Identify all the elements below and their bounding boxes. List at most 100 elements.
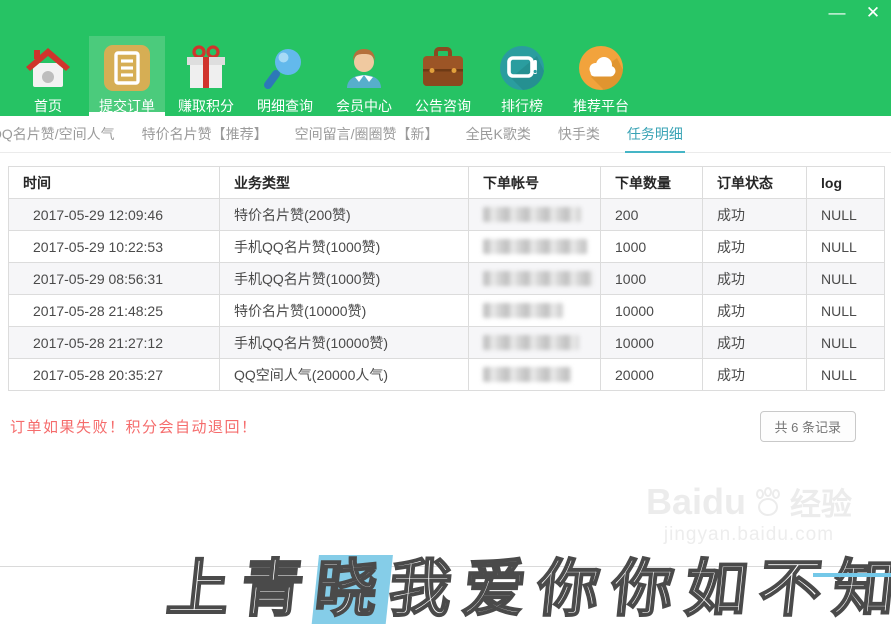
cell-time: 2017-05-28 20:35:27	[9, 359, 220, 391]
cell-time: 2017-05-29 12:09:46	[9, 199, 220, 231]
table-row: 2017-05-29 10:22:53 手机QQ名片赞(1000赞) 1000 …	[9, 231, 885, 263]
cell-type: 特价名片赞(200赞)	[220, 199, 469, 231]
magnifier-icon	[261, 44, 309, 92]
cell-time: 2017-05-29 08:56:31	[9, 263, 220, 295]
cell-quantity: 20000	[601, 359, 703, 391]
cell-type: QQ空间人气(20000人气)	[220, 359, 469, 391]
cell-time: 2017-05-28 21:27:12	[9, 327, 220, 359]
baidu-jingyan-watermark: Baidu 经验 jingyan.baidu.com	[617, 484, 881, 546]
nav-item-label: 首页	[34, 96, 62, 116]
cell-account	[469, 199, 601, 231]
app-header: — ✕ 首页	[0, 0, 891, 116]
tab-kuaishou[interactable]: 快手类	[558, 124, 600, 144]
minimize-button[interactable]: —	[827, 1, 847, 25]
refund-notice: 订单如果失败！积分会自动退回！	[10, 416, 258, 437]
table-header-row: 时间 业务类型 下单帐号 下单数量 订单状态 log	[9, 167, 885, 199]
bottom-hairline	[0, 566, 891, 567]
cell-status: 成功	[703, 263, 807, 295]
nav-item-home[interactable]: 首页	[10, 36, 86, 116]
cloud-icon	[577, 44, 625, 92]
column-header-account: 下单帐号	[469, 167, 601, 199]
cell-account	[469, 263, 601, 295]
cell-status: 成功	[703, 231, 807, 263]
cell-account	[469, 359, 601, 391]
main-content: 时间 业务类型 下单帐号 下单数量 订单状态 log 2017-05-29 12…	[0, 153, 891, 442]
cell-log: NULL	[807, 199, 885, 231]
cell-type: 手机QQ名片赞(10000赞)	[220, 327, 469, 359]
cell-account	[469, 295, 601, 327]
close-button[interactable]: ✕	[863, 1, 883, 25]
nav-item-label: 推荐平台	[573, 96, 629, 116]
nav-item-member-center[interactable]: 会员中心	[326, 36, 402, 116]
nav-item-recommend-platform[interactable]: 推荐平台	[563, 36, 639, 116]
table-row: 2017-05-29 12:09:46 特价名片赞(200赞) 200 成功 N…	[9, 199, 885, 231]
tab-k-song[interactable]: 全民K歌类	[466, 124, 531, 144]
cell-quantity: 1000	[601, 263, 703, 295]
cell-status: 成功	[703, 199, 807, 231]
table-row: 2017-05-28 21:27:12 手机QQ名片赞(10000赞) 1000…	[9, 327, 885, 359]
nav-item-label: 赚取积分	[178, 96, 234, 116]
cell-account	[469, 327, 601, 359]
column-header-status: 订单状态	[703, 167, 807, 199]
cell-account	[469, 231, 601, 263]
cell-type: 特价名片赞(10000赞)	[220, 295, 469, 327]
cell-time: 2017-05-29 10:22:53	[9, 231, 220, 263]
cell-log: NULL	[807, 231, 885, 263]
cell-log: NULL	[807, 295, 885, 327]
tab-task-detail[interactable]: 任务明细	[627, 124, 683, 144]
nav-item-label: 公告咨询	[415, 96, 471, 116]
watermark-url: jingyan.baidu.com	[617, 524, 881, 546]
table-row: 2017-05-28 20:35:27 QQ空间人气(20000人气) 2000…	[9, 359, 885, 391]
account-blurred	[483, 239, 587, 254]
nav-item-ranking[interactable]: 排行榜	[484, 36, 560, 116]
account-blurred	[483, 271, 593, 286]
tab-space-messages[interactable]: 空间留言/圈圈赞【新】	[295, 124, 439, 144]
column-header-quantity: 下单数量	[601, 167, 703, 199]
cell-quantity: 1000	[601, 231, 703, 263]
account-blurred	[483, 367, 571, 382]
person-icon	[340, 44, 388, 92]
nav-item-earn-points[interactable]: 赚取积分	[168, 36, 244, 116]
orders-table: 时间 业务类型 下单帐号 下单数量 订单状态 log 2017-05-29 12…	[8, 166, 885, 391]
cell-status: 成功	[703, 359, 807, 391]
column-header-time: 时间	[9, 167, 220, 199]
app-window: — ✕ 首页	[0, 0, 891, 442]
nav-item-label: 会员中心	[336, 96, 392, 116]
briefcase-icon	[419, 44, 467, 92]
cell-status: 成功	[703, 295, 807, 327]
cell-quantity: 10000	[601, 295, 703, 327]
cell-type: 手机QQ名片赞(1000赞)	[220, 231, 469, 263]
account-blurred	[483, 207, 581, 222]
main-nav: 首页 提交订单	[0, 0, 891, 116]
nav-item-label: 提交订单	[99, 96, 155, 116]
bottom-blue-bar	[813, 573, 891, 577]
table-row: 2017-05-28 21:48:25 特价名片赞(10000赞) 10000 …	[9, 295, 885, 327]
cell-log: NULL	[807, 263, 885, 295]
nav-item-label: 明细查询	[257, 96, 313, 116]
account-blurred	[483, 335, 579, 350]
tab-special-card-likes[interactable]: 特价名片赞【推荐】	[142, 124, 268, 144]
window-controls: — ✕	[827, 1, 883, 25]
nav-item-submit-order[interactable]: 提交订单	[89, 36, 165, 116]
cell-log: NULL	[807, 327, 885, 359]
tv-icon	[498, 44, 546, 92]
record-count-button[interactable]: 共 6 条记录	[760, 411, 856, 442]
paw-icon	[751, 486, 785, 520]
nav-item-announcements[interactable]: 公告咨询	[405, 36, 481, 116]
home-icon	[24, 44, 72, 92]
column-header-type: 业务类型	[220, 167, 469, 199]
column-header-log: log	[807, 167, 885, 199]
signature-watermark: 上青晓我爱你你如不知	[163, 538, 891, 628]
document-icon	[103, 44, 151, 92]
nav-item-detail-query[interactable]: 明细查询	[247, 36, 323, 116]
table-footer: 订单如果失败！积分会自动退回！ 共 6 条记录	[8, 411, 884, 442]
nav-item-label: 排行榜	[501, 96, 543, 116]
tab-qq-card-likes[interactable]: QQ名片赞/空间人气	[0, 124, 115, 144]
cell-type: 手机QQ名片赞(1000赞)	[220, 263, 469, 295]
watermark-brand-cn: 经验	[790, 489, 852, 520]
cell-time: 2017-05-28 21:48:25	[9, 295, 220, 327]
gift-icon	[182, 44, 230, 92]
category-tabbar: QQ名片赞/空间人气 特价名片赞【推荐】 空间留言/圈圈赞【新】 全民K歌类 快…	[0, 116, 891, 153]
watermark-brand: Baidu	[646, 484, 746, 520]
cell-status: 成功	[703, 327, 807, 359]
